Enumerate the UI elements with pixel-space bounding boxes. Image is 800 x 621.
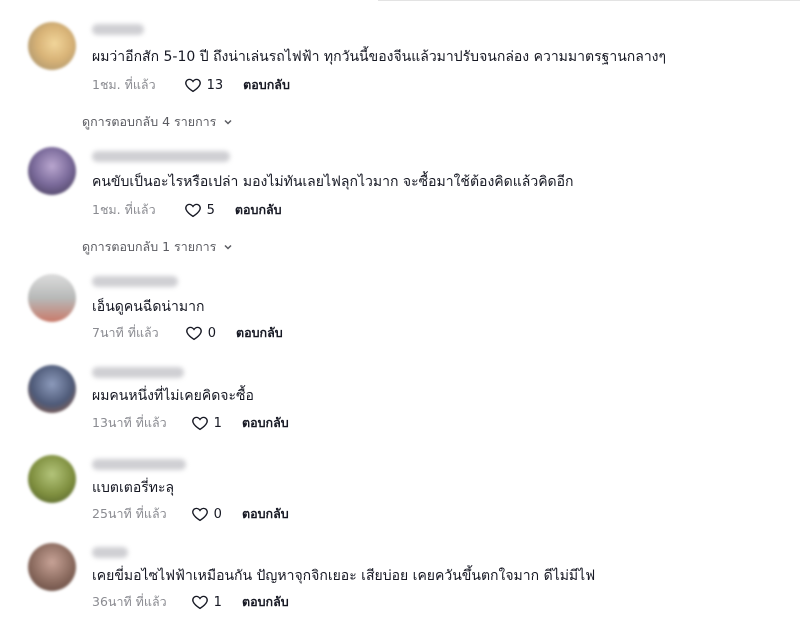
comment-meta: 1ชม. ที่แล้ว 5 ตอบกลับ bbox=[92, 201, 282, 219]
like-count: 1 bbox=[213, 415, 222, 431]
comment-text: ผมคนหนึ่งที่ไม่เคยคิดจะซื้อ bbox=[92, 388, 254, 404]
like-count: 1 bbox=[213, 594, 222, 610]
like-count: 13 bbox=[206, 77, 224, 93]
reply-button[interactable]: ตอบกลับ bbox=[236, 323, 283, 343]
comment-item: ผมคนหนึ่งที่ไม่เคยคิดจะซื้อ 13นาที ที่แล… bbox=[0, 363, 800, 443]
comment-text: คนขับเป็นอะไรหรือเปล่า มองไม่ทันเลยไฟลุก… bbox=[92, 174, 574, 190]
reply-button[interactable]: ตอบกลับ bbox=[242, 592, 289, 612]
like-button[interactable]: 1 bbox=[191, 414, 222, 432]
comment-time: 25นาที ที่แล้ว bbox=[92, 506, 167, 521]
username[interactable] bbox=[92, 459, 186, 470]
avatar[interactable] bbox=[28, 274, 76, 322]
view-replies-label: ดูการตอบกลับ 1 รายการ bbox=[82, 239, 217, 254]
comment-meta: 25นาที ที่แล้ว 0 ตอบกลับ bbox=[92, 505, 289, 523]
comment-text: ผมว่าอีกสัก 5-10 ปี ถึงน่าเล่นรถไฟฟ้า ทุ… bbox=[92, 49, 667, 65]
reply-button[interactable]: ตอบกลับ bbox=[243, 75, 290, 95]
comment-text: แบตเตอรี่ทะลุ bbox=[92, 480, 175, 496]
username[interactable] bbox=[92, 276, 178, 287]
avatar[interactable] bbox=[28, 455, 76, 503]
reply-button[interactable]: ตอบกลับ bbox=[242, 504, 289, 524]
like-count: 5 bbox=[206, 202, 215, 218]
reply-button[interactable]: ตอบกลับ bbox=[242, 413, 289, 433]
username[interactable] bbox=[92, 151, 230, 162]
heart-icon bbox=[191, 416, 208, 431]
comment-item: แบตเตอรี่ทะลุ 25นาที ที่แล้ว 0 ตอบกลับ bbox=[0, 453, 800, 533]
username[interactable] bbox=[92, 24, 144, 35]
comment-item: เอ็นดูคนฉีดน่ามาก 7นาที ที่แล้ว 0 ตอบกลั… bbox=[0, 272, 800, 352]
like-button[interactable]: 5 bbox=[184, 201, 215, 219]
comment-time: 13นาที ที่แล้ว bbox=[92, 415, 167, 430]
comment-meta: 7นาที ที่แล้ว 0 ตอบกลับ bbox=[92, 324, 283, 342]
like-button[interactable]: 0 bbox=[191, 505, 222, 523]
reply-button[interactable]: ตอบกลับ bbox=[235, 200, 282, 220]
like-button[interactable]: 13 bbox=[184, 76, 224, 94]
heart-icon bbox=[185, 326, 202, 341]
chevron-down-icon bbox=[224, 244, 232, 250]
view-replies-button[interactable]: ดูการตอบกลับ 4 รายการ bbox=[82, 112, 234, 132]
heart-icon bbox=[184, 78, 201, 93]
avatar[interactable] bbox=[28, 22, 76, 70]
view-replies-button[interactable]: ดูการตอบกลับ 1 รายการ bbox=[82, 237, 234, 257]
comment-item: เคยขี่มอไซไฟฟ้าเหมือนกัน ปัญหาจุกจิกเยอะ… bbox=[0, 541, 800, 621]
avatar[interactable] bbox=[28, 543, 76, 591]
comment-item: ผมว่าอีกสัก 5-10 ปี ถึงน่าเล่นรถไฟฟ้า ทุ… bbox=[0, 20, 800, 100]
avatar[interactable] bbox=[28, 365, 76, 413]
like-button[interactable]: 0 bbox=[185, 324, 216, 342]
comment-item: คนขับเป็นอะไรหรือเปล่า มองไม่ทันเลยไฟลุก… bbox=[0, 145, 800, 225]
username[interactable] bbox=[92, 547, 128, 558]
comment-time: 1ชม. ที่แล้ว bbox=[92, 77, 156, 92]
like-button[interactable]: 1 bbox=[191, 593, 222, 611]
like-count: 0 bbox=[207, 325, 216, 341]
like-count: 0 bbox=[213, 506, 222, 522]
avatar[interactable] bbox=[28, 147, 76, 195]
comment-time: 36นาที ที่แล้ว bbox=[92, 594, 167, 609]
username[interactable] bbox=[92, 367, 184, 378]
comment-time: 1ชม. ที่แล้ว bbox=[92, 202, 156, 217]
heart-icon bbox=[184, 203, 201, 218]
comment-meta: 36นาที ที่แล้ว 1 ตอบกลับ bbox=[92, 593, 289, 611]
heart-icon bbox=[191, 595, 208, 610]
comment-meta: 1ชม. ที่แล้ว 13 ตอบกลับ bbox=[92, 76, 290, 94]
top-divider bbox=[378, 0, 800, 1]
comment-meta: 13นาที ที่แล้ว 1 ตอบกลับ bbox=[92, 414, 289, 432]
heart-icon bbox=[191, 507, 208, 522]
comment-text: เอ็นดูคนฉีดน่ามาก bbox=[92, 299, 205, 315]
comment-text: เคยขี่มอไซไฟฟ้าเหมือนกัน ปัญหาจุกจิกเยอะ… bbox=[92, 568, 596, 584]
view-replies-label: ดูการตอบกลับ 4 รายการ bbox=[82, 114, 217, 129]
chevron-down-icon bbox=[224, 119, 232, 125]
comment-time: 7นาที ที่แล้ว bbox=[92, 325, 159, 340]
